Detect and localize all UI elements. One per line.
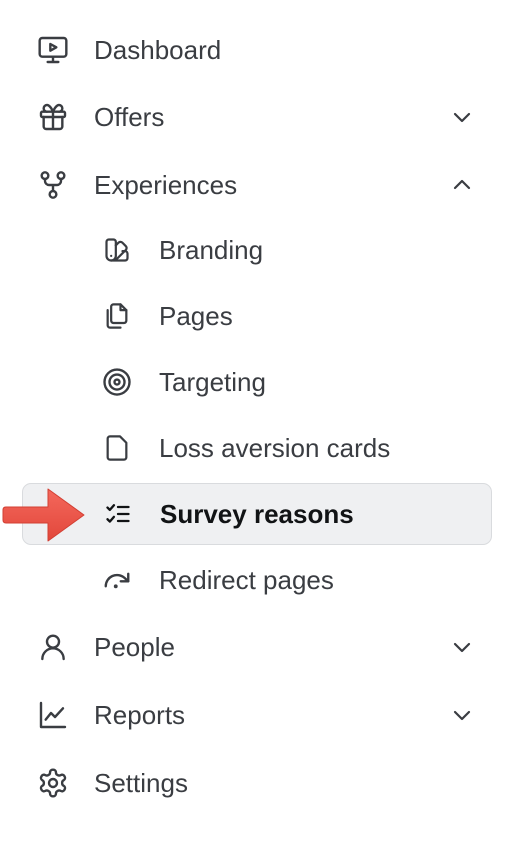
nav-subitem-redirect-pages[interactable]: Redirect pages — [22, 549, 492, 611]
chevron-up-icon[interactable] — [450, 173, 474, 197]
nav-item-label: Dashboard — [94, 34, 222, 65]
user-icon — [36, 630, 70, 664]
nav-item-label: Survey reasons — [160, 498, 354, 529]
nav-item-people[interactable]: People — [36, 625, 484, 669]
nav-subitem-targeting[interactable]: Targeting — [22, 351, 492, 413]
nav-item-settings[interactable]: Settings — [36, 761, 484, 805]
nav-item-label: Settings — [94, 767, 188, 798]
list-checks-icon — [103, 499, 133, 529]
chevron-down-icon[interactable] — [450, 635, 474, 659]
nav-item-label: Redirect pages — [159, 564, 334, 595]
nav-item-label: Loss aversion cards — [159, 432, 391, 463]
chevron-down-icon[interactable] — [450, 105, 474, 129]
nav-item-reports[interactable]: Reports — [36, 693, 484, 737]
annotation-arrow-icon — [2, 488, 85, 542]
nav-item-label: People — [94, 631, 175, 662]
line-chart-icon — [36, 698, 70, 732]
nav-item-label: Experiences — [94, 169, 238, 200]
monitor-play-icon — [36, 33, 70, 67]
nav-subitem-loss-aversion-cards[interactable]: Loss aversion cards — [22, 417, 492, 479]
target-icon — [102, 367, 132, 397]
nav-item-experiences[interactable]: Experiences — [36, 163, 484, 207]
nav-item-label: Offers — [94, 101, 165, 132]
chevron-down-icon[interactable] — [450, 703, 474, 727]
gear-icon — [36, 766, 70, 800]
nav-subitem-survey-reasons[interactable]: Survey reasons — [22, 483, 492, 545]
branch-icon — [36, 168, 70, 202]
files-icon — [102, 301, 132, 331]
sidebar-nav: Dashboard Offers Experiences Branding Pa… — [0, 0, 510, 848]
file-icon — [102, 433, 132, 463]
swatch-book-icon — [102, 235, 132, 265]
nav-item-label: Pages — [159, 300, 233, 331]
nav-item-label: Branding — [159, 234, 264, 265]
nav-item-label: Targeting — [159, 366, 266, 397]
nav-item-label: Reports — [94, 699, 186, 730]
redo-icon — [102, 565, 132, 595]
gift-icon — [36, 100, 70, 134]
nav-item-offers[interactable]: Offers — [36, 95, 484, 139]
nav-subitem-branding[interactable]: Branding — [22, 219, 492, 281]
nav-subitem-pages[interactable]: Pages — [22, 285, 492, 347]
nav-item-dashboard[interactable]: Dashboard — [36, 28, 484, 72]
